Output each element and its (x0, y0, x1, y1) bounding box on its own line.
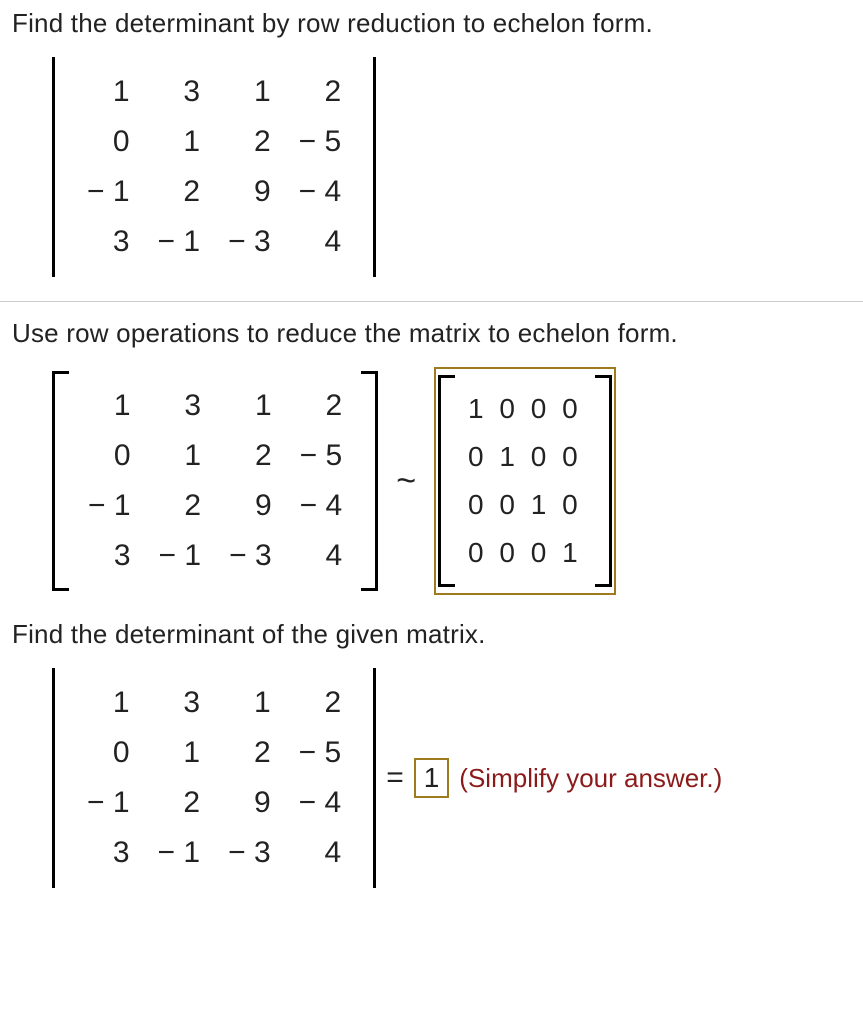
cell: 2 (286, 381, 357, 431)
echelon-matrix-brackets: 1 0 0 0 0 1 0 0 0 0 1 0 0 0 0 1 (438, 375, 612, 587)
matrix-row: 0 1 2 − 5 (73, 728, 355, 778)
cell-row: 0 0 0 1 (460, 529, 590, 577)
matrix-row: 0 0 0 1 (460, 529, 590, 577)
matrix-row: 1 3 1 2 (73, 678, 355, 728)
cell: 2 (285, 678, 356, 728)
cell: 2 (214, 117, 285, 167)
matrix-a-copy: 1 3 1 2 0 1 2 − 5 − 1 2 9 − 4 3 − 1 − 3 (74, 381, 356, 581)
prompt-find-determinant: Find the determinant by row reduction to… (12, 8, 851, 39)
matrix-a-copy-2: 1 3 1 2 0 1 2 − 5 − 1 2 9 − 4 3 − 1 − 3 (73, 678, 355, 878)
cell: − 1 (144, 217, 215, 267)
cell: − 1 (73, 167, 144, 217)
matrix-row: 0 1 2 − 5 (74, 431, 356, 481)
cell-row: 0 1 0 0 (460, 433, 590, 481)
equals-sign: = (386, 761, 404, 795)
cell: 3 (73, 828, 144, 878)
cell: 1 (73, 678, 144, 728)
divider (0, 301, 863, 302)
simplify-hint: (Simplify your answer.) (459, 763, 722, 794)
cell: − 4 (286, 481, 357, 531)
prompt-row-ops: Use row operations to reduce the matrix … (12, 318, 851, 349)
row-reduction-equation: 1 3 1 2 0 1 2 − 5 − 1 2 9 − 4 3 − 1 − 3 (52, 367, 851, 595)
cell: 2 (145, 481, 216, 531)
cell: 1 (214, 67, 285, 117)
cell: 0 (73, 728, 144, 778)
cell: 4 (285, 828, 356, 878)
cell: − 5 (286, 431, 357, 481)
cell: 1 (144, 117, 215, 167)
matrix-a: 1 3 1 2 0 1 2 − 5 − 1 2 9 − 4 3 − 1 − 3 (73, 67, 355, 267)
cell: 2 (285, 67, 356, 117)
matrix-row: 1 3 1 2 (74, 381, 356, 431)
determinant-answer-input[interactable]: 1 (414, 758, 450, 798)
cell: 2 (214, 728, 285, 778)
echelon-answer-box[interactable]: 1 0 0 0 0 1 0 0 0 0 1 0 0 0 0 1 (434, 367, 616, 595)
cell: 1 (73, 67, 144, 117)
cell: 2 (144, 167, 215, 217)
matrix-row: 0 1 2 − 5 (73, 117, 355, 167)
cell: − 3 (215, 531, 286, 581)
cell-row: 1 0 0 0 (460, 385, 590, 433)
cell: 3 (145, 381, 216, 431)
cell: − 1 (145, 531, 216, 581)
cell: 1 (215, 381, 286, 431)
cell: 0 (74, 431, 145, 481)
determinant-bars-2: 1 3 1 2 0 1 2 − 5 − 1 2 9 − 4 3 − 1 − 3 (52, 668, 376, 888)
determinant-answer-line: 1 3 1 2 0 1 2 − 5 − 1 2 9 − 4 3 − 1 − 3 (52, 668, 851, 888)
cell: − 4 (285, 167, 356, 217)
matrix-row: 3 − 1 − 3 4 (73, 828, 355, 878)
matrix-row: 0 1 0 0 (460, 433, 590, 481)
prompt-find-det-value: Find the determinant of the given matrix… (12, 619, 851, 650)
cell: − 1 (144, 828, 215, 878)
cell: 2 (215, 431, 286, 481)
matrix-row: − 1 2 9 − 4 (73, 778, 355, 828)
cell: − 1 (73, 778, 144, 828)
cell: 0 (73, 117, 144, 167)
matrix-row: 0 0 1 0 (460, 481, 590, 529)
matrix-row: 1 0 0 0 (460, 385, 590, 433)
matrix-row: − 1 2 9 − 4 (74, 481, 356, 531)
matrix-row: 3 − 1 − 3 4 (73, 217, 355, 267)
original-matrix-brackets: 1 3 1 2 0 1 2 − 5 − 1 2 9 − 4 3 − 1 − 3 (52, 371, 378, 591)
cell: − 1 (74, 481, 145, 531)
cell: − 3 (214, 217, 285, 267)
cell: 4 (286, 531, 357, 581)
cell: 1 (145, 431, 216, 481)
cell: 1 (214, 678, 285, 728)
cell: 9 (214, 167, 285, 217)
matrix-row: − 1 2 9 − 4 (73, 167, 355, 217)
cell: − 3 (214, 828, 285, 878)
cell: 4 (285, 217, 356, 267)
tilde-symbol: ~ (392, 462, 420, 501)
determinant-matrix-display: 1 3 1 2 0 1 2 − 5 − 1 2 9 − 4 3 − 1 − 3 (52, 57, 851, 277)
cell: 1 (144, 728, 215, 778)
cell: 2 (144, 778, 215, 828)
cell: 3 (144, 67, 215, 117)
cell: − 4 (285, 778, 356, 828)
cell: 9 (215, 481, 286, 531)
cell: 9 (214, 778, 285, 828)
cell-row: 0 0 1 0 (460, 481, 590, 529)
determinant-bars: 1 3 1 2 0 1 2 − 5 − 1 2 9 − 4 3 − 1 − 3 (52, 57, 376, 277)
cell: 3 (144, 678, 215, 728)
cell: 1 (74, 381, 145, 431)
matrix-row: 3 − 1 − 3 4 (74, 531, 356, 581)
cell: 3 (73, 217, 144, 267)
cell: 3 (74, 531, 145, 581)
cell: − 5 (285, 728, 356, 778)
echelon-matrix: 1 0 0 0 0 1 0 0 0 0 1 0 0 0 0 1 (460, 385, 590, 577)
matrix-row: 1 3 1 2 (73, 67, 355, 117)
cell: − 5 (285, 117, 356, 167)
